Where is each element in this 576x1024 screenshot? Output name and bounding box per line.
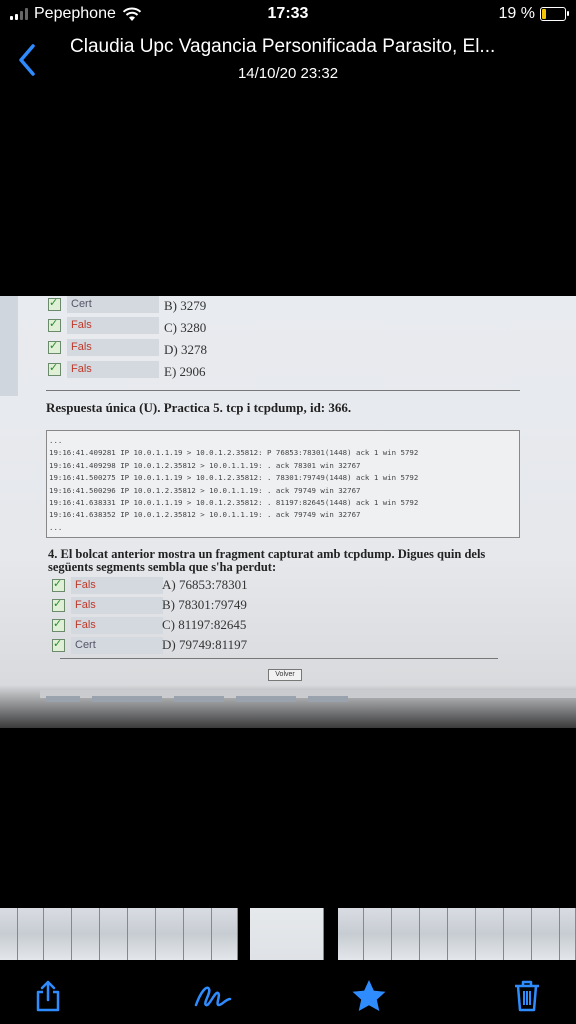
clock: 17:33 <box>267 5 309 22</box>
thumbnail[interactable] <box>560 908 576 960</box>
option-row: Fals <box>48 339 159 356</box>
checkbox-icon <box>52 577 65 592</box>
option-answer: B) 78301:79749 <box>162 597 247 612</box>
bottom-toolbar <box>0 968 576 1024</box>
option-row: Fals <box>52 617 163 634</box>
thumbnail[interactable] <box>212 908 238 960</box>
thumbnail-selected[interactable] <box>250 908 324 960</box>
thumbnail[interactable] <box>72 908 100 960</box>
option-status: Fals <box>67 361 159 378</box>
battery-percent: 19 % <box>498 5 535 22</box>
trash-icon <box>515 980 539 1012</box>
option-row: Fals <box>52 597 163 614</box>
thumbnail[interactable] <box>392 908 420 960</box>
battery: 19 % <box>498 5 569 23</box>
code-line: 19:16:41.500275 IP 10.0.1.1.19 > 10.0.1.… <box>49 473 419 483</box>
share-icon <box>36 980 60 1012</box>
checkbox-icon <box>52 637 65 652</box>
checkbox-icon <box>52 617 65 632</box>
album-title: Claudia Upc Vagancia Personificada Paras… <box>70 36 496 57</box>
option-status: Fals <box>71 577 163 594</box>
option-row: Fals <box>52 577 163 594</box>
option-answer: A) 76853:78301 <box>162 577 248 592</box>
option-status: Fals <box>71 617 163 634</box>
option-answer: C) 81197:82645 <box>162 617 247 632</box>
thumbnail[interactable] <box>420 908 448 960</box>
option-answer: B) 3279 <box>164 298 207 313</box>
thumbnail[interactable] <box>338 908 364 960</box>
thumbnail[interactable] <box>476 908 504 960</box>
delete-button[interactable] <box>507 976 547 1016</box>
option-row: Fals <box>48 317 159 334</box>
thumbnail[interactable] <box>156 908 184 960</box>
star-icon <box>352 980 386 1011</box>
option-answer: D) 79749:81197 <box>162 637 248 652</box>
question-header: Respuesta única (U). Practica 5. tcp i t… <box>46 400 352 415</box>
share-button[interactable] <box>28 976 68 1016</box>
code-line: 19:16:41.500296 IP 10.0.1.2.35812 > 10.0… <box>49 485 361 495</box>
photo-edge <box>0 296 18 396</box>
option-status: Fals <box>67 339 159 356</box>
option-status: Fals <box>71 597 163 614</box>
photo[interactable]: Cert B) 3279 Fals C) 3280 Fals D) 3278 F… <box>0 296 576 728</box>
divider <box>60 658 498 659</box>
thumbnail[interactable] <box>364 908 392 960</box>
option-row: Fals <box>48 361 159 378</box>
tcpdump-output: ... 19:16:41.409281 IP 10.0.1.1.19 > 10.… <box>46 430 520 538</box>
markup-icon <box>194 986 232 1007</box>
thumbnail[interactable] <box>100 908 128 960</box>
thumbnail[interactable] <box>184 908 212 960</box>
status-bar: Pepephone 17:33 19 % <box>0 0 576 30</box>
thumbnail[interactable] <box>504 908 532 960</box>
checkbox-icon <box>48 317 61 332</box>
checkbox-icon <box>48 361 61 376</box>
screen-taskbar <box>40 690 576 702</box>
option-status: Cert <box>67 296 159 313</box>
option-answer: D) 3278 <box>164 342 207 357</box>
volver-button: Volver <box>268 669 302 681</box>
option-row: Cert <box>48 296 159 313</box>
option-answer: E) 2906 <box>164 364 206 379</box>
divider <box>46 390 520 391</box>
thumbnail[interactable] <box>0 908 18 960</box>
code-line: 19:16:41.638352 IP 10.0.1.2.35812 > 10.0… <box>49 510 361 520</box>
code-line: ... <box>49 436 63 445</box>
thumbnail[interactable] <box>128 908 156 960</box>
nav-header: Claudia Upc Vagancia Personificada Paras… <box>0 30 576 90</box>
option-status: Cert <box>71 637 163 654</box>
photo-date: 14/10/20 23:32 <box>237 65 339 82</box>
code-line: ... <box>49 522 63 532</box>
checkbox-icon <box>52 597 65 612</box>
question-text: 4. El bolcat anterior mostra un fragment… <box>48 547 486 574</box>
option-status: Fals <box>67 317 159 334</box>
thumbnail[interactable] <box>18 908 44 960</box>
favorite-button[interactable] <box>349 976 389 1016</box>
thumbnail[interactable] <box>532 908 560 960</box>
option-row: Cert <box>52 637 163 654</box>
thumbnail[interactable] <box>44 908 72 960</box>
option-answer: C) 3280 <box>164 320 207 335</box>
code-line: 19:16:41.409281 IP 10.0.1.1.19 > 10.0.1.… <box>49 448 419 458</box>
checkbox-icon <box>48 339 61 354</box>
code-line: 19:16:41.638331 IP 10.0.1.1.19 > 10.0.1.… <box>49 498 419 508</box>
thumbnail-strip[interactable] <box>0 908 576 960</box>
markup-button[interactable] <box>193 976 233 1016</box>
thumbnail[interactable] <box>448 908 476 960</box>
checkbox-icon <box>48 296 61 311</box>
code-line: 19:16:41.409298 IP 10.0.1.2.35812 > 10.0… <box>49 460 361 470</box>
battery-icon <box>540 7 569 21</box>
